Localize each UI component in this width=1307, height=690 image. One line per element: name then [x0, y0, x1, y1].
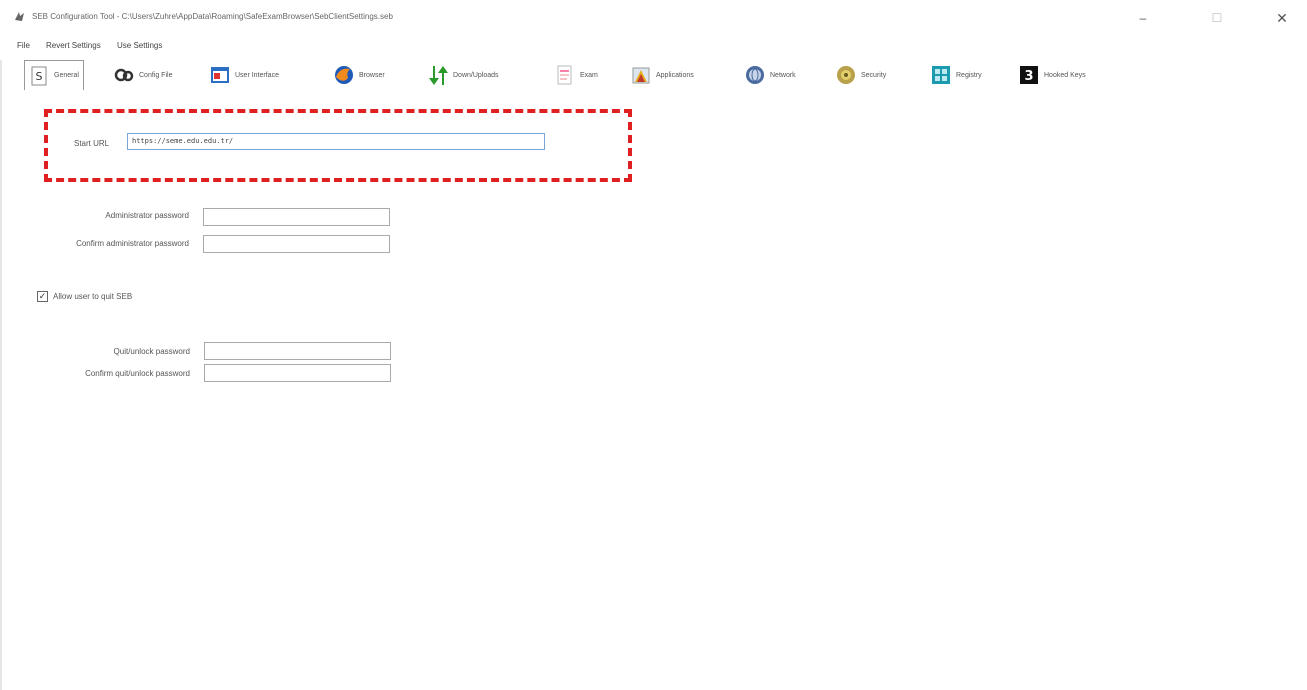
tab-security[interactable]: Security [836, 60, 886, 90]
settings-tab-bar: S General Config File User Interface Bro… [18, 60, 1307, 90]
tab-label: Exam [580, 71, 598, 79]
seb-app-icon [15, 12, 24, 21]
general-icon: S [29, 65, 49, 87]
confirm-admin-password-label: Confirm administrator password [76, 239, 189, 248]
menu-file[interactable]: File [17, 41, 30, 50]
tab-label: Registry [956, 71, 982, 79]
admin-password-label: Administrator password [105, 211, 189, 220]
browser-icon [334, 64, 354, 86]
network-icon [745, 64, 765, 86]
tab-network[interactable]: Network [745, 60, 796, 90]
tab-label: Network [770, 71, 796, 79]
minimize-button[interactable]: – [1131, 8, 1155, 28]
tab-label: Security [861, 71, 887, 79]
close-button[interactable]: ✕ [1270, 8, 1294, 28]
quit-password-field[interactable] [204, 342, 391, 360]
tab-label: Hooked Keys [1044, 71, 1086, 79]
allow-quit-label: Allow user to quit SEB [53, 292, 133, 301]
config-file-icon [114, 64, 134, 86]
svg-text:3: 3 [1024, 69, 1033, 84]
tab-label: Down/Uploads [453, 71, 499, 79]
tab-exam[interactable]: Exam [555, 60, 598, 90]
tab-label: Applications [656, 71, 694, 79]
tab-label: General [54, 72, 79, 79]
menu-use-settings[interactable]: Use Settings [117, 41, 162, 50]
security-icon [836, 64, 856, 86]
menu-bar: File Revert Settings Use Settings [0, 39, 1307, 55]
tab-label: User Interface [235, 71, 279, 79]
hooked-keys-icon: 3 [1019, 64, 1039, 86]
title-bar: SEB Configuration Tool - C:\Users\Zuhre\… [0, 0, 1307, 36]
tab-hooked-keys[interactable]: 3 Hooked Keys [1019, 60, 1086, 90]
confirm-admin-password-field[interactable] [203, 235, 390, 253]
tab-general[interactable]: S General [24, 60, 84, 90]
maximize-button[interactable]: ☐ [1205, 8, 1229, 28]
svg-text:S: S [36, 70, 43, 83]
confirm-quit-password-field[interactable] [204, 364, 391, 382]
tab-browser[interactable]: Browser [334, 60, 385, 90]
user-interface-icon [210, 64, 230, 86]
tab-label: Browser [359, 71, 385, 79]
window-left-edge [0, 60, 2, 690]
registry-icon [931, 64, 951, 86]
exam-icon [555, 64, 575, 86]
down-uploads-icon [428, 64, 448, 86]
confirm-quit-password-label: Confirm quit/unlock password [85, 369, 190, 378]
window-title: SEB Configuration Tool - C:\Users\Zuhre\… [32, 12, 393, 21]
start-url-label: Start URL [74, 139, 110, 148]
tab-label: Config File [139, 71, 173, 79]
tab-down-uploads[interactable]: Down/Uploads [428, 60, 499, 90]
applications-icon [631, 64, 651, 86]
tab-user-interface[interactable]: User Interface [210, 60, 279, 90]
allow-quit-checkbox[interactable]: ✓ [37, 291, 48, 302]
admin-password-field[interactable] [203, 208, 390, 226]
tab-registry[interactable]: Registry [931, 60, 982, 90]
start-url-input[interactable]: https://seme.edu.edu.tr/ [127, 133, 545, 150]
tab-applications[interactable]: Applications [631, 60, 694, 90]
menu-revert-settings[interactable]: Revert Settings [46, 41, 101, 50]
quit-password-label: Quit/unlock password [113, 347, 190, 356]
tab-config-file[interactable]: Config File [114, 60, 172, 90]
